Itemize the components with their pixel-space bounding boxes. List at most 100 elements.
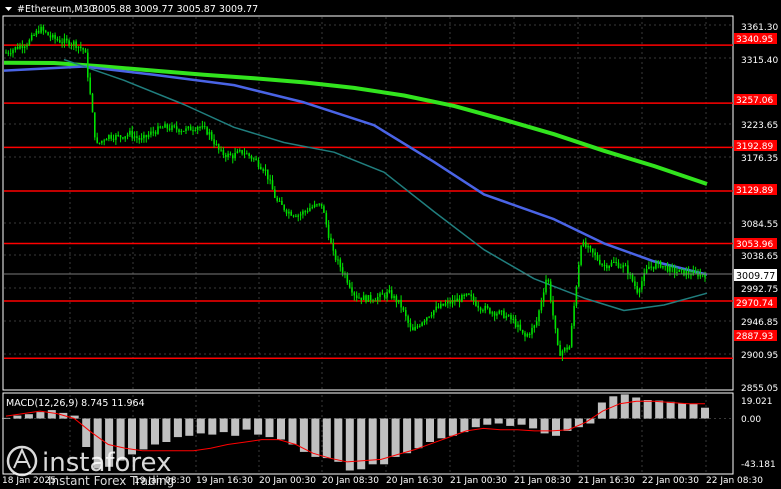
candle-body: [159, 126, 162, 128]
candle-body: [376, 297, 379, 301]
time-tick: 21 Jan 00:30: [450, 476, 507, 486]
candle-body: [54, 34, 56, 39]
price-chart[interactable]: #Ethereum,M30 3005.88 3009.77 3005.87 30…: [0, 0, 781, 489]
candle-body: [498, 310, 501, 314]
macd-tick: 0.00: [741, 415, 761, 425]
macd-bar: [529, 418, 538, 429]
candle-body: [383, 294, 386, 298]
candle-body: [580, 246, 582, 265]
candle-body: [596, 255, 599, 260]
candle-body: [264, 169, 267, 171]
macd-bar: [448, 418, 457, 436]
time-tick: 22 Jan 08:30: [706, 476, 763, 486]
candle-body: [615, 262, 617, 263]
macd-bar: [678, 403, 687, 419]
candle-body: [232, 155, 234, 159]
candle-body: [374, 300, 377, 302]
candle-body: [9, 53, 12, 55]
macd-bar: [288, 418, 297, 445]
macd-bar: [277, 418, 285, 440]
candle-body: [587, 245, 589, 248]
candle-body: [178, 129, 180, 132]
candle-body: [622, 265, 624, 268]
candle-body: [573, 305, 575, 326]
candle-body: [189, 126, 192, 131]
macd-tick: 19.021: [741, 397, 773, 407]
candle-body: [447, 301, 449, 304]
candle-body: [87, 52, 89, 78]
candle-body: [512, 319, 515, 320]
candle-body: [657, 261, 659, 264]
candle-body: [26, 45, 28, 47]
candle-body: [585, 241, 587, 248]
candle-body: [545, 279, 547, 293]
macd-bar: [162, 418, 171, 442]
candle-body: [82, 48, 84, 50]
time-tick: 20 Jan 08:30: [322, 476, 379, 486]
candle-body: [56, 38, 59, 41]
candle-body: [444, 303, 447, 306]
macd-bar: [173, 418, 182, 438]
candle-body: [503, 310, 505, 319]
candle-body: [77, 46, 80, 48]
candle-body: [194, 130, 197, 131]
macd-bar: [471, 418, 480, 428]
candle-body: [182, 130, 185, 132]
candle-body: [281, 200, 283, 205]
macd-bar: [574, 418, 583, 428]
candle-body: [68, 40, 70, 46]
candle-body: [636, 286, 638, 293]
candle-body: [229, 153, 232, 156]
candle-body: [355, 295, 358, 298]
candle-body: [323, 206, 325, 213]
level-label: 3340.95: [736, 35, 773, 45]
macd-bar: [426, 418, 434, 442]
candle-body: [641, 281, 643, 290]
ohlc-values: 3005.88 3009.77 3005.87 3009.77: [92, 4, 258, 15]
candle-body: [304, 211, 306, 213]
candle-body: [145, 135, 148, 138]
macd-bar: [414, 418, 423, 449]
time-tick: 20 Jan 00:30: [259, 476, 316, 486]
candle-body: [397, 299, 400, 303]
candle-body: [554, 315, 557, 329]
candle-body: [610, 262, 613, 266]
level-label: 3257.06: [736, 96, 773, 106]
candle-body: [30, 35, 33, 40]
macd-bar: [517, 418, 526, 425]
candle-body: [271, 180, 274, 190]
candle-body: [5, 52, 7, 54]
candle-body: [442, 303, 444, 306]
candle-body: [33, 35, 35, 36]
candle-body: [110, 134, 112, 139]
candle-body: [592, 248, 594, 253]
candle-body: [187, 126, 190, 129]
candle-body: [608, 265, 610, 269]
candle-body: [360, 297, 363, 300]
candle-body: [103, 140, 105, 142]
candle-body: [468, 293, 470, 295]
candle-body: [334, 250, 337, 260]
candle-body: [283, 204, 285, 211]
candle-body: [215, 144, 218, 146]
candle-body: [318, 203, 321, 205]
candle-body: [70, 44, 73, 46]
candle-body: [552, 301, 554, 316]
candle-body: [440, 303, 442, 308]
candle-body: [531, 327, 533, 335]
candle-body: [309, 208, 311, 212]
candle-body: [475, 301, 477, 306]
candle-body: [456, 298, 458, 302]
candle-body: [124, 136, 126, 139]
macd-bar: [701, 407, 709, 419]
macd-bar: [368, 418, 377, 465]
candle-body: [257, 160, 260, 167]
macd-bar: [2, 417, 10, 419]
macd-bar: [254, 418, 263, 435]
candle-body: [692, 270, 695, 276]
candle-body: [346, 274, 349, 283]
candle-body: [210, 132, 213, 140]
macd-bar: [483, 418, 492, 425]
macd-bar: [506, 418, 515, 426]
macd-bar: [311, 418, 320, 457]
